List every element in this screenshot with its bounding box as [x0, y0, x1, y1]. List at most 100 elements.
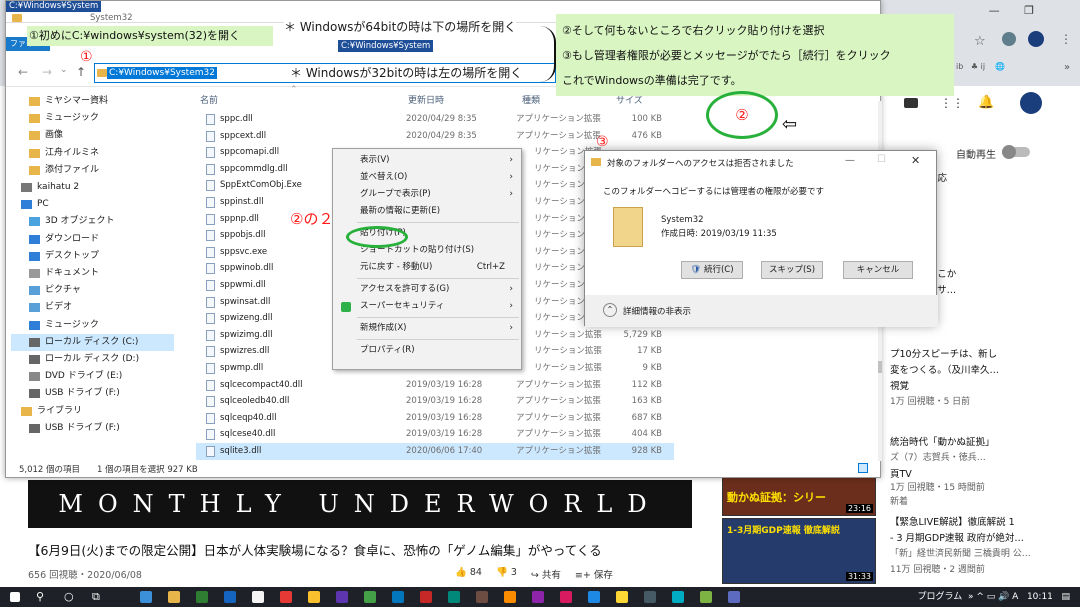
- sidebar-item[interactable]: 江舟イルミネ: [11, 145, 174, 162]
- address-text[interactable]: C:¥Windows¥System32: [107, 67, 217, 79]
- app-icon[interactable]: [672, 591, 684, 603]
- app-icon[interactable]: [336, 591, 348, 603]
- profile-avatar[interactable]: [1028, 31, 1044, 47]
- sidebar-item[interactable]: 添付ファイル: [11, 162, 174, 179]
- app-icon[interactable]: [560, 591, 572, 603]
- sidebar-item[interactable]: DVD ドライブ (E:): [11, 368, 174, 385]
- file-row[interactable]: sqlceqp40.dll 2019/03/19 16:28 アプリケーション拡張 6…: [196, 410, 674, 427]
- recommended-text[interactable]: プ10分スピーチは、新し: [890, 346, 997, 360]
- app-icon[interactable]: [644, 591, 656, 603]
- app-icon[interactable]: [252, 591, 264, 603]
- recommended-text[interactable]: 11万 回視聴・2 週間前: [890, 562, 985, 575]
- user-avatar[interactable]: [1020, 92, 1042, 114]
- clock[interactable]: 10:11: [1027, 592, 1053, 602]
- minimize-icon[interactable]: —: [845, 155, 855, 166]
- up-arrow-icon[interactable]: ↑: [76, 65, 86, 79]
- video-banner[interactable]: MONTHLY UNDERWORLD: [28, 480, 692, 528]
- notification-bell-icon[interactable]: 🔔: [978, 95, 994, 110]
- program-label[interactable]: プログラム: [917, 592, 962, 602]
- recommended-text[interactable]: 統治時代「動かぬ証拠」: [890, 434, 995, 448]
- recommended-text[interactable]: 1万 回視聴・5 日前: [890, 394, 970, 407]
- app-icon[interactable]: [588, 591, 600, 603]
- menu-item[interactable]: グループで表示(P) ›: [333, 186, 521, 203]
- autoplay-toggle[interactable]: [1002, 145, 1030, 159]
- apps-grid-icon[interactable]: ⋮⋮: [940, 96, 964, 110]
- sidebar-item[interactable]: ライブラリ: [11, 403, 174, 420]
- recommended-text[interactable]: 「新」経世済民新聞 三橋貴明 公…: [890, 546, 1031, 559]
- menu-item[interactable]: 表示(V) ›: [333, 152, 521, 169]
- menu-item[interactable]: 元に戻す - 移動(U) Ctrl+Z: [333, 259, 521, 276]
- details-toggle[interactable]: 詳細情報の非表示: [623, 305, 691, 317]
- tray-icons[interactable]: » ^ ▭ 🔊: [965, 592, 1012, 602]
- chevron-up-icon[interactable]: ⌃: [603, 303, 617, 317]
- column-date[interactable]: 更新日時: [408, 93, 444, 106]
- sidebar-item[interactable]: ピクチャ: [11, 282, 174, 299]
- menu-item[interactable]: プロパティ(R): [333, 342, 521, 359]
- close-icon[interactable]: ✕: [911, 154, 920, 167]
- sidebar-item[interactable]: ダウンロード: [11, 231, 174, 248]
- start-windows-icon[interactable]: [10, 592, 20, 602]
- app-icon[interactable]: [140, 591, 152, 603]
- explorer-taskbar-icon[interactable]: [168, 591, 180, 603]
- recommended-text[interactable]: 1万 回視聴・15 時間前: [890, 480, 985, 493]
- sidebar-item[interactable]: ミュージック: [11, 317, 174, 334]
- app-icon[interactable]: [224, 591, 236, 603]
- window-controls[interactable]: — ❐: [989, 4, 1034, 17]
- share-button[interactable]: ↪ 共有: [531, 567, 561, 581]
- sidebar-item[interactable]: 画像: [11, 127, 174, 144]
- related-thumbnail[interactable]: 1-3月期GDP速報 徹底解説 31:33: [722, 518, 876, 584]
- file-row[interactable]: sppc.dll 2020/04/29 8:35 アプリケーション拡張 100 KB: [196, 111, 674, 128]
- menu-item[interactable]: アクセスを許可する(G) ›: [333, 281, 521, 298]
- file-row[interactable]: sqlcese40.dll 2019/03/19 16:28 アプリケーション拡張 4…: [196, 426, 674, 443]
- file-row[interactable]: sqlceoledb40.dll 2019/03/19 16:28 アプリケーション…: [196, 393, 674, 410]
- app-icon[interactable]: [504, 591, 516, 603]
- app-icon[interactable]: [364, 591, 376, 603]
- dislike-button[interactable]: 👎 3: [496, 567, 517, 581]
- sidebar-item[interactable]: PC: [11, 196, 174, 213]
- recommended-text[interactable]: - 3 月期GDP速報 政府が絶対…: [890, 530, 1024, 544]
- search-icon[interactable]: ⚲: [36, 590, 44, 603]
- sidebar-item[interactable]: ドキュメント: [11, 265, 174, 282]
- skip-button[interactable]: スキップ(S): [761, 261, 823, 279]
- app-icon[interactable]: [476, 591, 488, 603]
- cortana-icon[interactable]: ○: [64, 590, 74, 603]
- recommended-text[interactable]: 新着: [890, 494, 908, 507]
- bookmarks-more-icon[interactable]: »: [1064, 62, 1070, 73]
- details-view-icon[interactable]: [858, 463, 868, 473]
- create-video-icon[interactable]: [904, 98, 918, 108]
- recommended-text[interactable]: 頁TV: [890, 466, 912, 480]
- sidebar-item[interactable]: デスクトップ: [11, 248, 174, 265]
- column-type[interactable]: 種類: [522, 93, 540, 106]
- task-view-icon[interactable]: ⧉: [92, 590, 100, 604]
- forward-arrow-icon[interactable]: →: [42, 65, 52, 79]
- file-row[interactable]: sqlcecompact40.dll 2019/03/19 16:28 アプリケーシ…: [196, 377, 674, 394]
- sidebar-item[interactable]: ローカル ディスク (D:): [11, 351, 174, 368]
- back-arrow-icon[interactable]: ←: [18, 65, 28, 79]
- app-icon[interactable]: [448, 591, 460, 603]
- cancel-button[interactable]: キャンセル: [843, 261, 913, 279]
- recent-chevron-icon[interactable]: ⌄: [60, 65, 68, 75]
- bookmark-star-icon[interactable]: ☆: [974, 34, 986, 49]
- app-icon[interactable]: [280, 591, 292, 603]
- recommended-text[interactable]: 【緊急LIVE解説】徹底解説 1: [890, 514, 1015, 528]
- app-icon[interactable]: [420, 591, 432, 603]
- menu-item[interactable]: 並べ替え(O) ›: [333, 169, 521, 186]
- extension-icon[interactable]: [1002, 32, 1016, 46]
- file-row[interactable]: sqlite3.dll 2020/06/06 17:40 アプリケーション拡張 928…: [196, 443, 674, 460]
- sidebar-item[interactable]: USB ドライブ (F:): [11, 385, 174, 402]
- app-icon[interactable]: [308, 591, 320, 603]
- app-icon[interactable]: [532, 591, 544, 603]
- sidebar-item[interactable]: ミュージック: [11, 110, 174, 127]
- column-name[interactable]: 名前: [200, 93, 218, 106]
- recommended-text[interactable]: 変をつくる。（及川幸久…: [890, 362, 999, 376]
- notification-icon[interactable]: ▤: [1056, 592, 1070, 602]
- app-icon[interactable]: [392, 591, 404, 603]
- menu-item[interactable]: スーパーセキュリティ ›: [333, 298, 521, 315]
- sidebar-item[interactable]: 3D オブジェクト: [11, 213, 174, 230]
- save-button[interactable]: ≡+ 保存: [575, 567, 613, 581]
- sidebar-item[interactable]: ビデオ: [11, 299, 174, 316]
- chrome-taskbar-icon[interactable]: [616, 591, 628, 603]
- menu-kebab-icon[interactable]: ⋮: [1060, 32, 1072, 46]
- ime-indicator[interactable]: A: [1012, 592, 1018, 602]
- sidebar-item[interactable]: ミヤシマー資料: [11, 93, 174, 110]
